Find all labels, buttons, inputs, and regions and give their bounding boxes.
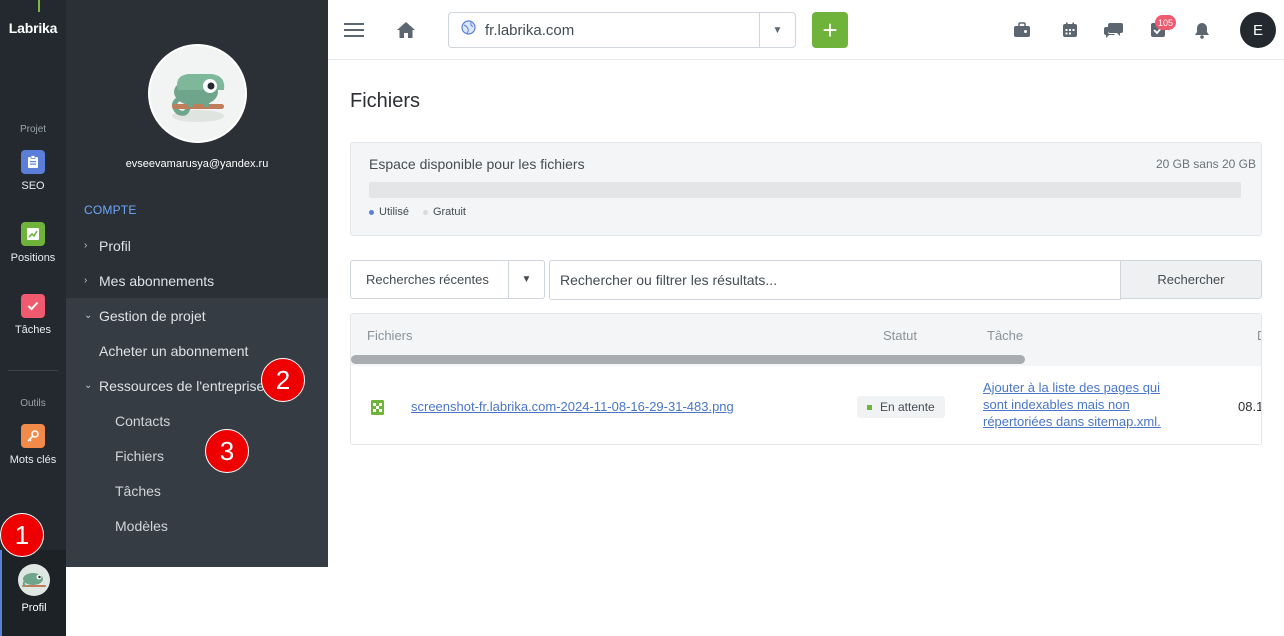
add-button[interactable]: + [812,12,848,48]
legend-used-label: Utilisé [379,206,409,218]
bell-icon[interactable] [1190,18,1214,42]
chameleon-icon [171,73,224,122]
storage-label: Espace disponible pour les fichiers [369,156,585,172]
chevron-down-icon: ⌄ [84,310,93,321]
rail-item-profil[interactable]: Profil [0,550,66,636]
rail-item-label: SEO [21,180,45,192]
domain-select-value: fr.labrika.com [485,21,575,39]
sidebar-item-label: Ressources de l'entreprise [99,377,265,394]
briefcase-icon[interactable] [1010,18,1034,42]
page-title: Fichiers [350,90,421,112]
status-badge: En attente [857,396,945,418]
top-bar: fr.labrika.com ▼ + [328,0,1284,60]
rail-profile-label: Profil [21,602,47,614]
rail-item-positions[interactable]: Positions [0,222,66,264]
chat-icon[interactable] [1102,18,1126,42]
legend-free-dot [422,209,428,215]
rail-divider [8,370,58,371]
caret-down-icon[interactable]: ▼ [508,261,544,298]
rail-item-mots-cles[interactable]: Mots clés [0,424,66,466]
horizontal-scrollbar[interactable] [351,355,1025,364]
recent-searches-label: Recherches récentes [366,272,489,287]
user-email: evseevamarusya@yandex.ru [125,158,269,170]
file-name-link[interactable]: screenshot-fr.labrika.com-2024-11-08-16-… [411,399,734,414]
sidebar-item-label: Profil [99,237,131,254]
rail-item-label: Mots clés [9,454,57,466]
column-header-tache[interactable]: Tâche [987,328,1023,343]
search-row: Recherches récentes ▼ Rechercher [350,260,1262,300]
sidebar-subitem-contacts[interactable]: Contacts [66,403,328,438]
recent-searches-dropdown[interactable]: Recherches récentes ▼ [350,260,545,299]
search-button[interactable]: Rechercher [1120,260,1262,299]
storage-usage-bar [369,182,1241,198]
chameleon-avatar-icon [18,564,50,596]
rail-item-taches[interactable]: Tâches [0,294,66,336]
sidebar-item-label: Gestion de projet [99,307,206,324]
sidebar-subitem-label: Fichiers [115,447,165,464]
sidebar-subitem-label: Contacts [115,412,171,429]
sidebar-item-mes-abonnements[interactable]: › Mes abonnements [66,263,328,298]
sidebar-item-gestion-de-projet[interactable]: ⌄ Gestion de projet [66,298,328,333]
app-logo[interactable]: Labrika [0,20,66,36]
sidebar-subitem-modeles[interactable]: Modèles [66,508,328,543]
account-sidebar: evseevamarusya@yandex.ru COMPTE › Profil… [66,0,328,567]
storage-value: 20 GB sans 20 GB [1155,157,1256,171]
hamburger-menu-icon[interactable] [342,18,366,42]
status-label: En attente [880,400,935,414]
home-icon[interactable] [394,18,418,42]
caret-down-icon[interactable]: ▼ [759,13,795,47]
status-dot [867,404,872,410]
sidebar-subitem-label: Tâches [115,482,161,499]
chevron-right-icon: › [84,240,88,251]
domain-select[interactable]: fr.labrika.com ▼ [448,12,796,48]
step-marker-2: 2 [261,358,305,402]
table-header: Fichiers Statut Tâche D [351,314,1261,366]
sidebar-bottom-blank [66,567,328,636]
search-input[interactable] [549,260,1121,300]
globe-icon [461,20,477,40]
column-header-statut[interactable]: Statut [883,328,917,343]
files-table: Fichiers Statut Tâche D screenshot-fr.la… [350,313,1262,445]
sidebar-item-label: Mes abonnements [99,272,215,289]
logo-accent [38,0,40,12]
rail-section-outils: Outils [20,398,46,409]
sidebar-item-profil[interactable]: › Profil [66,228,328,263]
sidebar-subitem-fichiers[interactable]: Fichiers [66,438,328,473]
rail-section-projet: Projet [19,124,47,135]
storage-panel: Espace disponible pour les fichiers 20 G… [350,142,1262,236]
table-row: screenshot-fr.labrika.com-2024-11-08-16-… [351,366,1262,444]
image-file-icon [371,400,384,415]
sidebar-item-label: Acheter un abonnement [99,342,249,359]
sidebar-subitem-label: Modèles [115,517,168,534]
date-cell: 08.1 [1238,399,1262,414]
chevron-right-icon: › [84,275,88,286]
clipboard-icon [21,150,45,174]
chart-icon [21,222,45,246]
notification-count-badge: 105 [1155,15,1177,30]
step-marker-1: 1 [0,513,44,557]
rail-item-label: Positions [10,252,56,264]
legend-used-dot [369,209,374,215]
sidebar-section-compte: COMPTE [84,203,137,217]
checkbox-icon [21,294,45,318]
user-avatar-button[interactable]: E [1240,12,1276,48]
task-link[interactable]: Ajouter à la liste des pages qui sont in… [983,379,1183,430]
step-marker-3: 3 [205,429,249,473]
key-icon [21,424,45,448]
column-header-date[interactable]: D [1257,328,1261,343]
sidebar-subitem-taches[interactable]: Tâches [66,473,328,508]
rail-item-label: Tâches [14,324,52,336]
profile-avatar[interactable] [148,44,247,143]
storage-legend: Utilisé Gratuit [369,206,466,218]
chevron-down-icon: ⌄ [84,380,93,391]
rail-item-seo[interactable]: SEO [0,150,66,192]
calendar-icon[interactable] [1058,18,1082,42]
column-header-fichiers[interactable]: Fichiers [367,328,413,343]
legend-free-label: Gratuit [432,206,466,218]
